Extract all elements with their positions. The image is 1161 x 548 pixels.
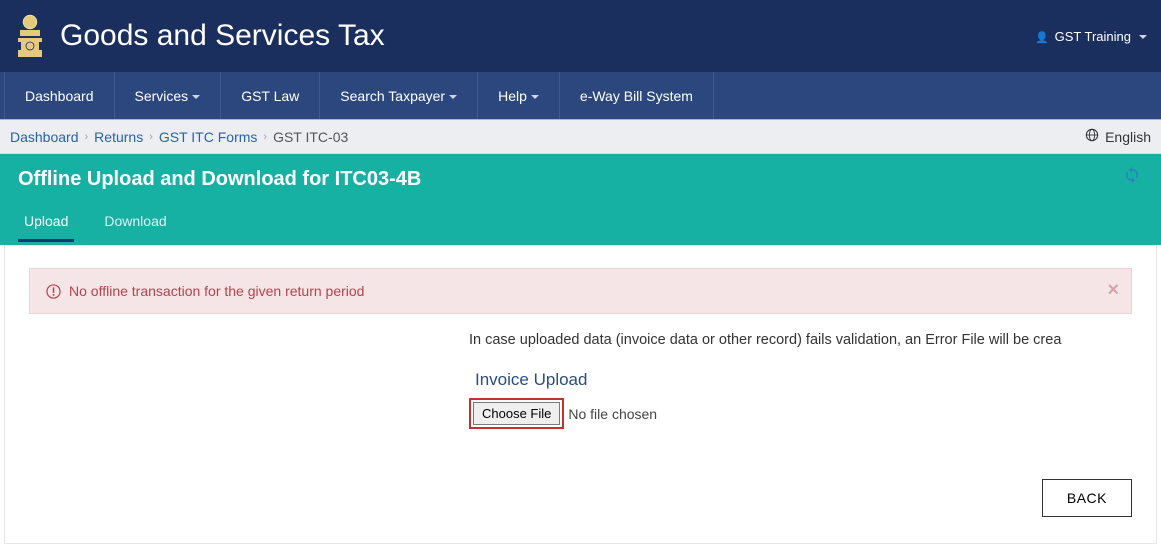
close-icon[interactable]: ×	[1107, 279, 1119, 302]
info-text: In case uploaded data (invoice data or o…	[29, 332, 1132, 348]
nav-dashboard[interactable]: Dashboard	[4, 72, 115, 119]
upload-block: Invoice Upload Choose File No file chose…	[29, 370, 1132, 429]
user-icon	[1035, 29, 1051, 44]
crumb-current: GST ITC-03	[273, 129, 348, 145]
choose-file-highlight: Choose File	[469, 398, 564, 429]
user-label: GST Training	[1055, 29, 1131, 44]
chevron-down-icon	[1135, 29, 1147, 44]
crumb-returns[interactable]: Returns	[94, 129, 143, 145]
nav-help[interactable]: Help	[478, 72, 560, 119]
site-title: Goods and Services Tax	[60, 19, 1035, 53]
panel-header: Offline Upload and Download for ITC03-4B…	[0, 154, 1161, 245]
main-nav: Dashboard Services GST Law Search Taxpay…	[0, 72, 1161, 120]
choose-file-button[interactable]: Choose File	[473, 402, 560, 425]
upload-heading: Invoice Upload	[475, 370, 1132, 390]
crumb-dashboard[interactable]: Dashboard	[10, 129, 79, 145]
language-label: English	[1105, 129, 1151, 145]
info-icon	[46, 284, 61, 299]
chevron-right-icon: ›	[263, 131, 267, 143]
nav-eway[interactable]: e-Way Bill System	[560, 72, 714, 119]
nav-gst-law[interactable]: GST Law	[221, 72, 320, 119]
nav-services[interactable]: Services	[115, 72, 222, 119]
globe-icon	[1085, 128, 1099, 145]
actions-row: BACK	[29, 479, 1132, 517]
breadcrumb: Dashboard › Returns › GST ITC Forms › GS…	[0, 120, 1161, 154]
tab-upload[interactable]: Upload	[18, 205, 74, 242]
back-button[interactable]: BACK	[1042, 479, 1132, 517]
user-menu[interactable]: GST Training	[1035, 29, 1147, 44]
tab-download[interactable]: Download	[98, 205, 172, 242]
refresh-button[interactable]	[1123, 166, 1141, 189]
panel-title: Offline Upload and Download for ITC03-4B	[18, 168, 1143, 191]
alert-warning: No offline transaction for the given ret…	[29, 268, 1132, 314]
chevron-down-icon	[445, 88, 457, 104]
nav-search-taxpayer[interactable]: Search Taxpayer	[320, 72, 478, 119]
content-area: No offline transaction for the given ret…	[4, 245, 1157, 544]
tabs: Upload Download	[18, 205, 1143, 242]
chevron-down-icon	[188, 88, 200, 104]
language-switch[interactable]: English	[1085, 128, 1151, 145]
alert-message: No offline transaction for the given ret…	[69, 283, 364, 299]
file-status: No file chosen	[568, 406, 657, 422]
emblem-icon	[14, 12, 46, 60]
crumb-itc-forms[interactable]: GST ITC Forms	[159, 129, 258, 145]
chevron-right-icon: ›	[149, 131, 153, 143]
top-header: Goods and Services Tax GST Training	[0, 0, 1161, 72]
chevron-down-icon	[527, 88, 539, 104]
chevron-right-icon: ›	[85, 131, 89, 143]
file-input-row: Choose File No file chosen	[469, 398, 1132, 429]
